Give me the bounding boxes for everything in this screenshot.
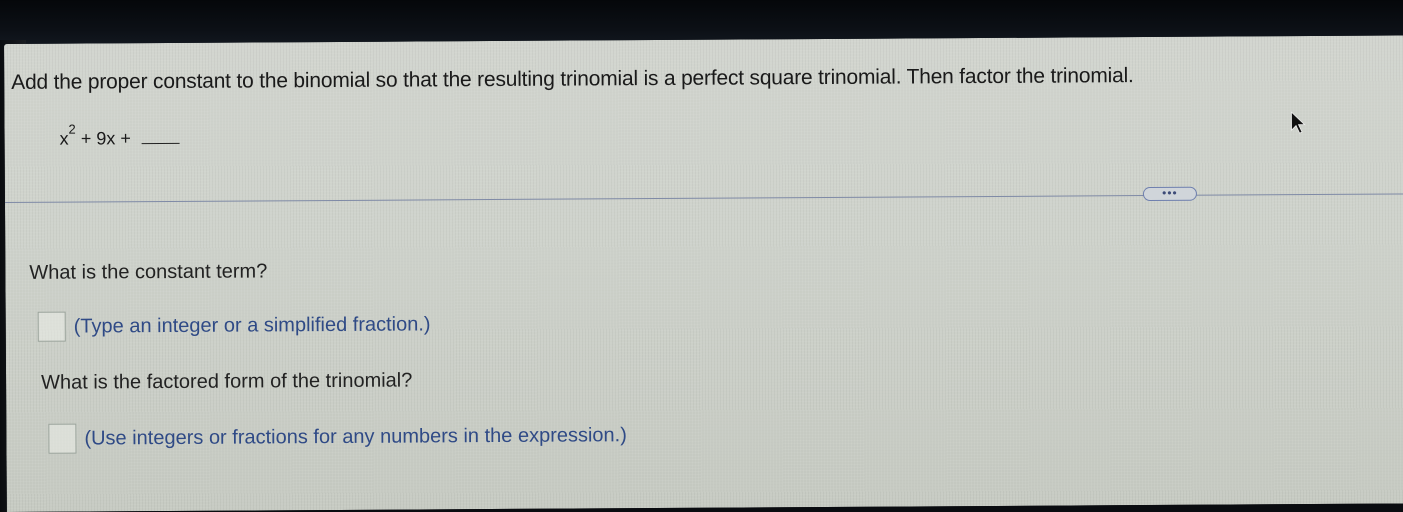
factored-form-input[interactable] bbox=[48, 423, 77, 454]
constant-blank bbox=[141, 126, 180, 145]
constant-answer-row: (Type an integer or a simplified fractio… bbox=[37, 309, 431, 342]
expression-base: x bbox=[59, 128, 69, 149]
constant-term-hint: (Type an integer or a simplified fractio… bbox=[73, 312, 431, 338]
factored-form-prompt: What is the factored form of the trinomi… bbox=[41, 369, 413, 394]
constant-term-input[interactable] bbox=[37, 311, 66, 342]
more-options-button[interactable]: ••• bbox=[1142, 185, 1197, 202]
constant-term-prompt: What is the constant term? bbox=[29, 260, 268, 284]
expression-exponent: 2 bbox=[68, 121, 76, 137]
question-panel: Add the proper constant to the binomial … bbox=[4, 35, 1403, 512]
factored-form-hint: (Use integers or fractions for any numbe… bbox=[84, 423, 627, 450]
mouse-pointer-icon bbox=[1291, 111, 1306, 134]
question-instruction: Add the proper constant to the binomial … bbox=[11, 64, 1134, 94]
factored-answer-row: (Use integers or fractions for any numbe… bbox=[48, 420, 627, 454]
expression-rest: + 9x + bbox=[75, 128, 136, 149]
binomial-expression: x2 + 9x + bbox=[59, 121, 180, 150]
